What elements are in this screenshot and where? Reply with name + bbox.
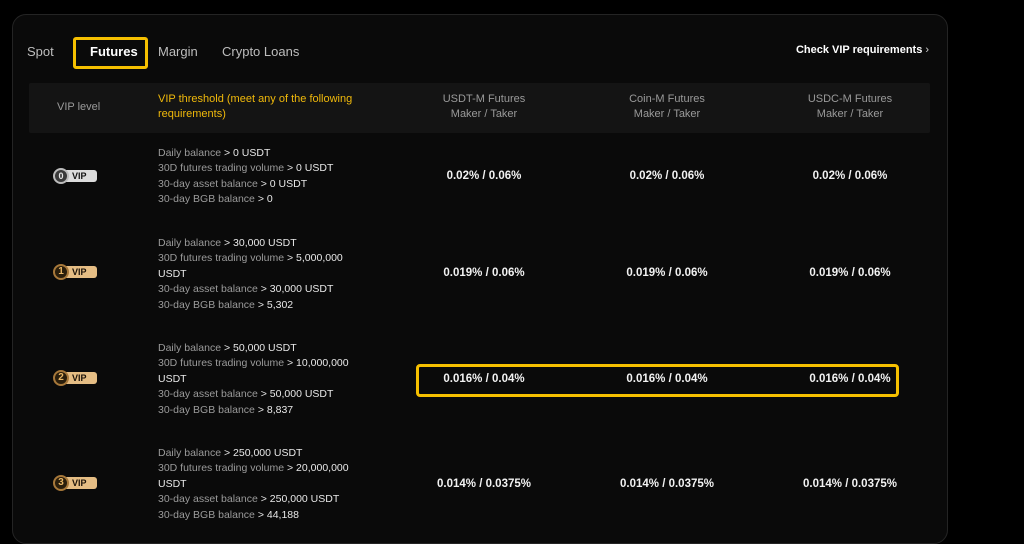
vip-level-number: 1 bbox=[53, 264, 69, 280]
tab-crypto-loans[interactable]: Crypto Loans bbox=[222, 44, 299, 60]
header-threshold-line2: requirements) bbox=[158, 108, 226, 120]
req-label: 30-day BGB balance bbox=[158, 508, 255, 521]
vip-1-badge: 1 VIP bbox=[53, 264, 99, 280]
tab-margin[interactable]: Margin bbox=[158, 44, 198, 60]
tab-spot[interactable]: Spot bbox=[27, 44, 54, 60]
req-value: > 5,302 bbox=[254, 298, 294, 311]
check-vip-requirements-label: Check VIP requirements bbox=[795, 44, 923, 56]
header-usdt-m-title: USDT-M Futures bbox=[442, 93, 526, 105]
req-value-wrap: USDT bbox=[158, 372, 187, 385]
req-value: > 0 USDT bbox=[257, 177, 308, 190]
req-label: 30D futures trading volume bbox=[158, 357, 285, 370]
header-vip-threshold: VIP threshold (meet any of the following… bbox=[158, 92, 393, 122]
req-value-wrap: USDT bbox=[158, 477, 187, 490]
tab-futures[interactable]: Futures bbox=[90, 44, 138, 60]
usdc-m-rate: 0.014% / 0.0375% bbox=[803, 478, 897, 490]
coin-m-rate: 0.016% / 0.04% bbox=[626, 373, 708, 385]
req-value: > 0 USDT bbox=[284, 162, 334, 175]
usdc-m-rate: 0.016% / 0.04% bbox=[809, 373, 891, 385]
req-label: Daily balance bbox=[158, 237, 222, 249]
vip-requirements: Daily balance > 50,000 USDT 30D futures … bbox=[158, 341, 368, 418]
req-value: > 5,000,000 bbox=[284, 252, 343, 265]
table-row: 3 VIP Daily balance > 250,000 USDT 30D f… bbox=[29, 446, 930, 536]
coin-m-rate: 0.02% / 0.06% bbox=[629, 170, 705, 182]
vip-2-badge: 2 VIP bbox=[53, 370, 99, 386]
req-label: Daily balance bbox=[158, 447, 222, 459]
req-label: 30-day asset balance bbox=[158, 493, 258, 506]
header-usdc-m-sub: Maker / Taker bbox=[816, 108, 884, 120]
req-label: 30-day BGB balance bbox=[158, 298, 255, 311]
usdt-m-rate: 0.016% / 0.04% bbox=[443, 373, 525, 385]
vip-requirements: Daily balance > 250,000 USDT 30D futures… bbox=[158, 446, 368, 523]
req-value: > 50,000 USDT bbox=[221, 342, 297, 354]
header-usdc-m-title: USDC-M Futures bbox=[807, 93, 893, 105]
req-value: > 30,000 USDT bbox=[221, 237, 297, 249]
req-label: Daily balance bbox=[158, 147, 222, 159]
req-value: > 30,000 USDT bbox=[257, 283, 334, 296]
table-row: 2 VIP Daily balance > 50,000 USDT 30D fu… bbox=[29, 341, 930, 431]
coin-m-rate: 0.014% / 0.0375% bbox=[620, 478, 714, 490]
req-value: > 10,000,000 bbox=[284, 357, 349, 370]
header-usdt-m-sub: Maker / Taker bbox=[450, 108, 518, 120]
req-value: > 250,000 USDT bbox=[257, 493, 340, 506]
header-usdc-m: USDC-M Futures Maker / Taker bbox=[770, 92, 930, 122]
req-value: > 50,000 USDT bbox=[257, 388, 334, 401]
req-label: Daily balance bbox=[158, 342, 222, 354]
req-value: > 0 bbox=[254, 193, 273, 206]
table-row: 0 VIP Daily balance > 0 USDT 30D futures… bbox=[29, 145, 930, 215]
header-usdt-m: USDT-M Futures Maker / Taker bbox=[404, 92, 564, 122]
header-coin-m-sub: Maker / Taker bbox=[633, 108, 701, 120]
table-row: 1 VIP Daily balance > 30,000 USDT 30D fu… bbox=[29, 236, 930, 326]
req-value-wrap: USDT bbox=[158, 267, 187, 280]
req-value: > 20,000,000 bbox=[284, 462, 349, 475]
vip-3-badge: 3 VIP bbox=[53, 475, 99, 491]
req-value: > 8,837 bbox=[254, 403, 294, 416]
usdt-m-rate: 0.02% / 0.06% bbox=[446, 170, 522, 182]
vip-0-badge: 0 VIP bbox=[53, 168, 99, 184]
usdt-m-rate: 0.019% / 0.06% bbox=[443, 267, 525, 279]
usdc-m-rate: 0.02% / 0.06% bbox=[812, 170, 888, 182]
req-label: 30-day asset balance bbox=[158, 388, 258, 401]
vip-level-number: 2 bbox=[53, 370, 69, 386]
fee-schedule-panel: Spot Futures Margin Crypto Loans Check V… bbox=[12, 14, 948, 544]
req-label: 30D futures trading volume bbox=[158, 462, 285, 475]
req-value: > 44,188 bbox=[254, 508, 299, 521]
req-label: 30D futures trading volume bbox=[158, 162, 285, 175]
check-vip-requirements-link[interactable]: Check VIP requirements › bbox=[796, 44, 929, 56]
header-coin-m-title: Coin-M Futures bbox=[629, 93, 705, 105]
header-threshold-line1: VIP threshold (meet any of the following bbox=[158, 93, 353, 105]
chevron-right-icon: › bbox=[925, 44, 929, 56]
header-coin-m: Coin-M Futures Maker / Taker bbox=[587, 92, 747, 122]
req-label: 30D futures trading volume bbox=[158, 252, 285, 265]
vip-level-number: 0 bbox=[53, 168, 69, 184]
req-value: > 250,000 USDT bbox=[221, 447, 303, 459]
req-value: > 0 USDT bbox=[221, 147, 271, 159]
coin-m-rate: 0.019% / 0.06% bbox=[626, 267, 708, 279]
req-label: 30-day BGB balance bbox=[158, 193, 255, 206]
vip-requirements: Daily balance > 30,000 USDT 30D futures … bbox=[158, 236, 368, 313]
vip-level-number: 3 bbox=[53, 475, 69, 491]
vip-requirements: Daily balance > 0 USDT 30D futures tradi… bbox=[158, 146, 368, 208]
usdt-m-rate: 0.014% / 0.0375% bbox=[437, 478, 531, 490]
header-vip-level: VIP level bbox=[57, 101, 101, 113]
req-label: 30-day BGB balance bbox=[158, 403, 255, 416]
req-label: 30-day asset balance bbox=[158, 283, 258, 296]
usdc-m-rate: 0.019% / 0.06% bbox=[809, 267, 891, 279]
req-label: 30-day asset balance bbox=[158, 177, 258, 190]
table-header: VIP level VIP threshold (meet any of the… bbox=[29, 83, 930, 133]
